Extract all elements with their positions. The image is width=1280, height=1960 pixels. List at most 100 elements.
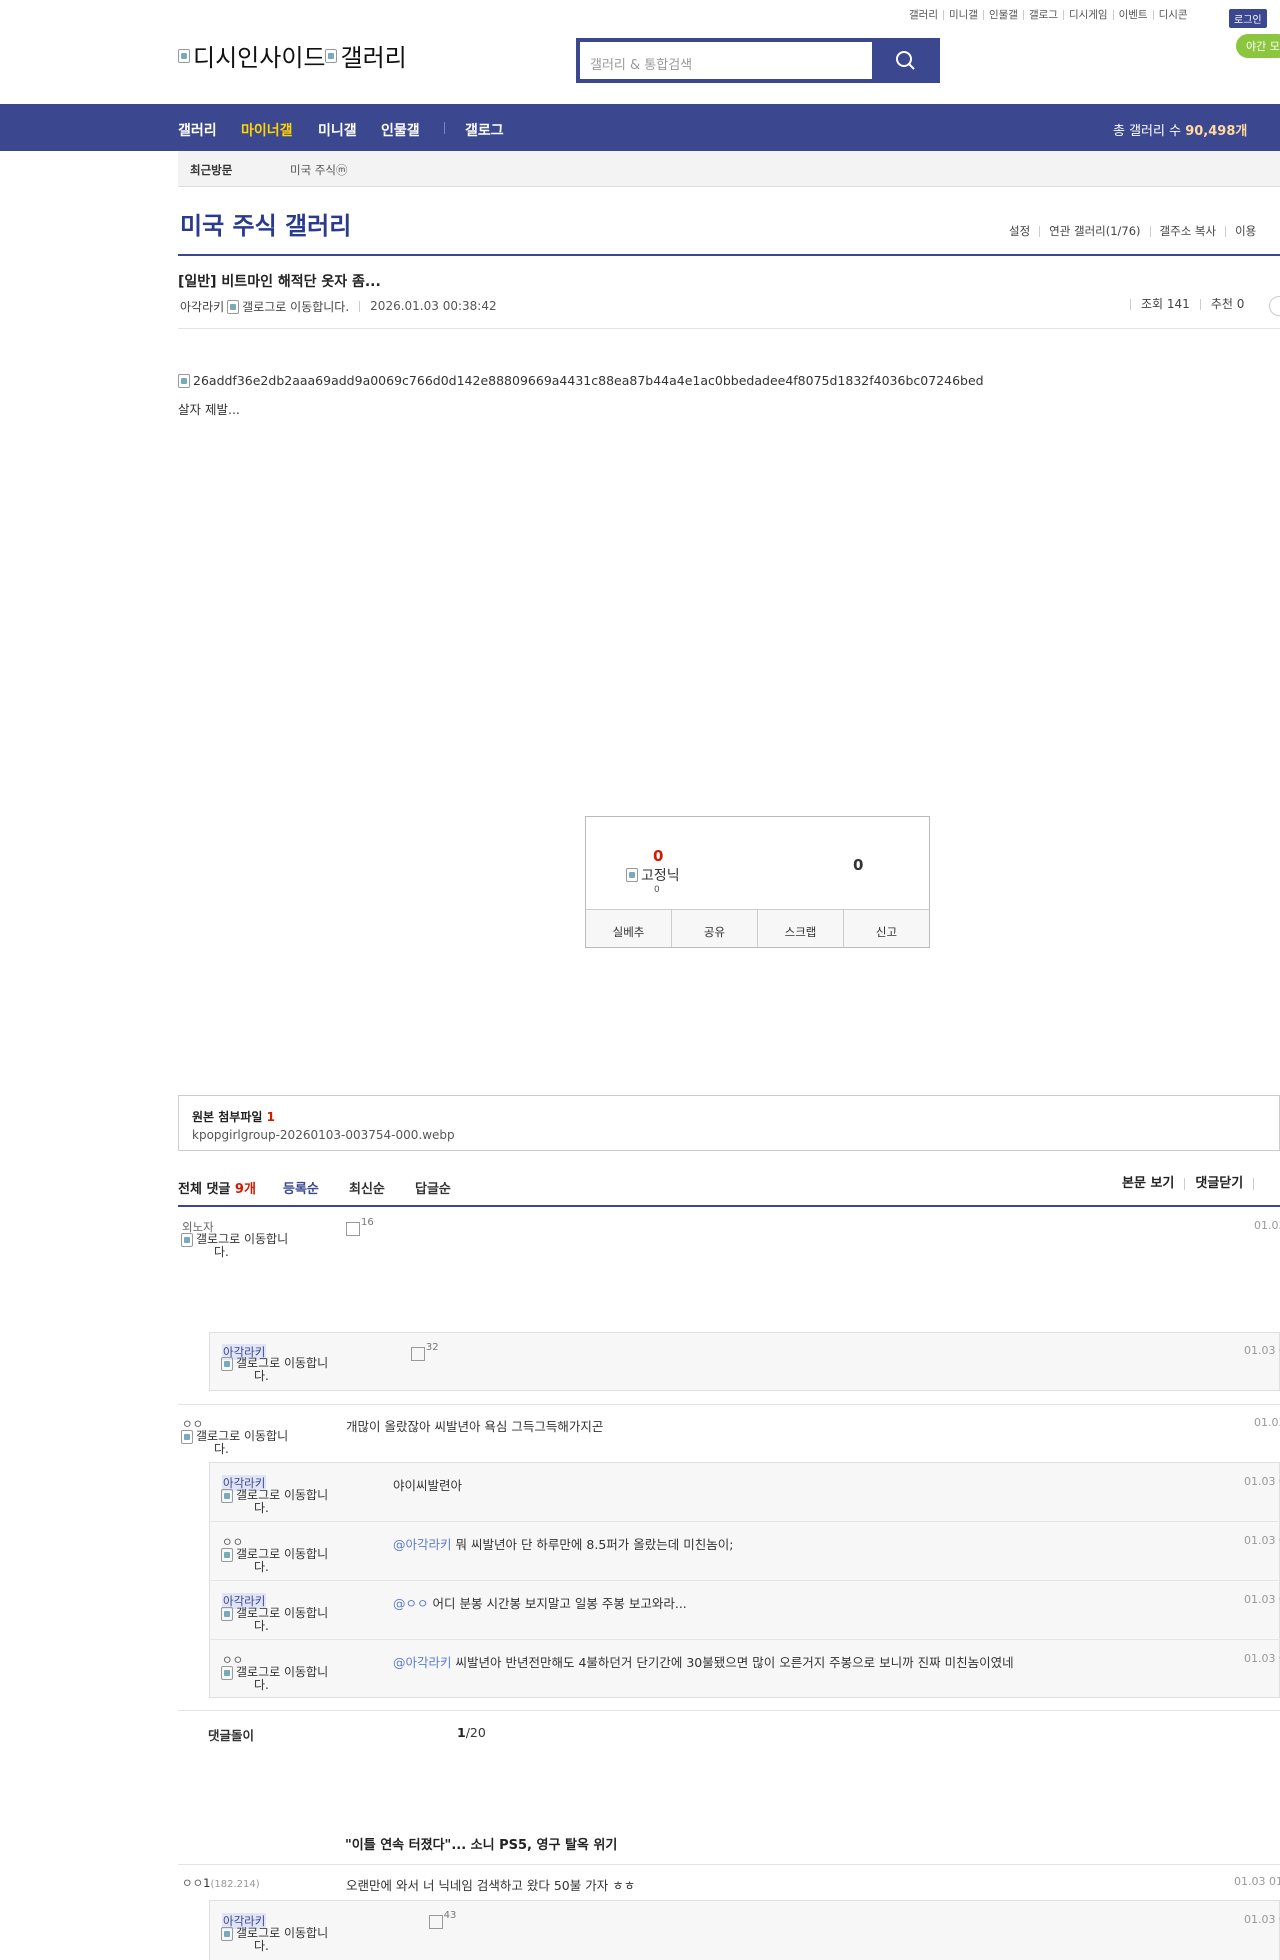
comment-date: 01.03 0	[1244, 1593, 1280, 1606]
comment-date: 01.03 01	[1234, 1875, 1280, 1888]
fixed-nick-recommend: 고정닉	[626, 865, 680, 885]
galog-link[interactable]: 갤로그로 이동합니 다.	[221, 1357, 328, 1383]
comment-divider	[178, 1205, 1280, 1207]
close-comments-link[interactable]: 댓글닫기	[1184, 1177, 1253, 1190]
comment-text: 개많이 올랐잖아 씨발년아 욕심 그득그득해가지곤	[346, 1419, 604, 1434]
util-link-gallery[interactable]: 갤러리	[904, 10, 943, 21]
meta-divider	[178, 328, 1280, 329]
broken-image-icon	[181, 1233, 193, 1247]
galog-link[interactable]: 갤로그로 이동합니 다.	[221, 1489, 328, 1515]
broken-image-icon	[178, 48, 190, 63]
attachment-file[interactable]: kpopgirlgroup-20260103-003754-000.webp	[192, 1128, 455, 1142]
util-link-person[interactable]: 인물갤	[982, 10, 1023, 20]
search-icon	[896, 51, 915, 70]
search-button[interactable]	[872, 38, 940, 83]
comment-date: 01.03	[1254, 1416, 1280, 1429]
galog-link[interactable]: 갤로그로 이동합니 다.	[181, 1233, 288, 1259]
more-button[interactable]	[1269, 296, 1280, 316]
galog-icon[interactable]	[227, 299, 240, 314]
scrap-button[interactable]: 스크랩	[757, 910, 843, 947]
total-value: 90,498개	[1185, 124, 1248, 139]
refresh-link[interactable]	[1253, 1178, 1274, 1190]
news-title[interactable]: "이틀 연속 터졌다"... 소니 PS5, 영구 탈옥 위기	[345, 1834, 617, 1853]
reply-divider	[210, 1639, 1280, 1640]
galog-link[interactable]: 갤로그로 이동합니 다.	[221, 1607, 328, 1633]
night-mode-button[interactable]: 야간 모	[1236, 34, 1280, 58]
galog-link[interactable]: 갤로그로 이동합니 다.	[181, 1430, 288, 1456]
site-logo[interactable]: 디시인사이드 갤러리	[178, 38, 407, 73]
fixed-nick-count: 0	[654, 885, 660, 895]
reply-divider	[210, 1580, 1280, 1581]
attachment-label: 원본 첨부파일 1	[192, 1110, 275, 1124]
nav-minor-gallery[interactable]: 마이너갤	[241, 120, 293, 140]
fixed-nick-alt: 고정닉	[641, 868, 680, 884]
post-date: 2026.01.03 00:38:42	[359, 300, 497, 312]
comment-date: 01.03	[1254, 1219, 1280, 1232]
post-recommend: 추천 0	[1199, 298, 1255, 310]
comment-header-actions: 본문 보기 댓글닫기	[1122, 1177, 1274, 1190]
recommend-actions: 실베추 공유 스크랩 신고	[586, 909, 929, 947]
recent-visit-label: 최근방문	[190, 163, 233, 177]
login-button[interactable]: 로그인	[1229, 9, 1267, 28]
nav-galog[interactable]: 갤로그	[465, 120, 504, 140]
settings-link[interactable]: 설정	[1000, 225, 1039, 237]
util-link-galog[interactable]: 갤로그	[1022, 10, 1063, 20]
recommend-box: 0 고정닉 0 0 실베추 공유 스크랩 신고	[585, 816, 930, 948]
comment-text: 야이씨발련아	[393, 1478, 463, 1493]
nav-person-gallery[interactable]: 인물갤	[381, 120, 420, 140]
galog-link[interactable]: 갤로그로 이동합니 다.	[221, 1666, 328, 1692]
util-link-event[interactable]: 이벤트	[1112, 10, 1153, 20]
util-link-mini[interactable]: 미니갤	[942, 10, 983, 20]
comment-date: 01.03 0	[1244, 1534, 1280, 1547]
post-image: 26addf36e2db2aaa69add9a0069c766d0d142e88…	[178, 373, 984, 388]
total-label: 총 갤러리 수	[1113, 124, 1182, 139]
broken-image-icon	[221, 1607, 233, 1621]
post-body: 살자 제발...	[178, 402, 240, 417]
comment-bot-label: 댓글돌이	[208, 1728, 255, 1743]
report-button[interactable]: 신고	[843, 910, 929, 947]
galog-link[interactable]: 갤로그로 이동합니 다.	[221, 1927, 328, 1953]
logo-alt-site: 디시인사이드	[193, 44, 326, 72]
comment-divider	[178, 1404, 1280, 1405]
best-recommend-button[interactable]: 실베추	[586, 910, 671, 947]
sort-reply[interactable]: 답글순	[415, 1178, 451, 1197]
related-gallery-link[interactable]: 연관 갤러리(1/76)	[1039, 225, 1149, 237]
gallery-title[interactable]: 미국 주식 갤러리	[180, 206, 351, 241]
comment-pager[interactable]: 1/20	[457, 1725, 486, 1740]
comment-date: 01.03 0	[1244, 1913, 1280, 1926]
unrecommend-count: 0	[853, 856, 864, 874]
copy-address-link[interactable]: 갤주소 복사	[1149, 225, 1226, 237]
comment-date: 01.03 0	[1244, 1652, 1280, 1665]
util-link-game[interactable]: 디시게임	[1062, 10, 1113, 20]
post-stats: 조회 141 추천 0	[1130, 298, 1255, 310]
total-gallery-count: 총 갤러리 수 90,498개	[1113, 120, 1247, 139]
reply-divider	[210, 1521, 1280, 1522]
usage-link[interactable]: 이용	[1225, 225, 1265, 237]
util-link-dccon[interactable]: 디시콘	[1152, 10, 1193, 20]
share-button[interactable]: 공유	[671, 910, 757, 947]
post-views: 조회 141	[1130, 298, 1200, 310]
sort-registered[interactable]: 등록순	[283, 1178, 319, 1197]
broken-image-icon	[626, 868, 638, 882]
broken-image-icon	[221, 1927, 233, 1941]
nav-mini-gallery[interactable]: 미니갤	[318, 120, 357, 140]
gallery-links: 설정 연관 갤러리(1/76) 갤주소 복사 이용	[1000, 225, 1265, 237]
title-divider	[178, 254, 1280, 256]
post-image-alt: 26addf36e2db2aaa69add9a0069c766d0d142e88…	[193, 373, 984, 388]
galog-link[interactable]: 갤로그로 이동합니 다.	[221, 1548, 328, 1574]
post-author[interactable]: 아각라키	[180, 298, 224, 315]
top-util-links: 갤러리 미니갤 인물갤 갤로그 디시게임 이벤트 디시콘	[904, 10, 1193, 21]
comment-text: @아각라키 씨발년아 반년전만해도 4불하던거 단기간에 30불됐으면 많이 오…	[393, 1655, 1014, 1670]
view-body-link[interactable]: 본문 보기	[1122, 1177, 1184, 1190]
dccon-image: 32	[410, 1342, 439, 1361]
dccon-image: 16	[346, 1217, 374, 1236]
sort-latest[interactable]: 최신순	[349, 1178, 385, 1197]
recent-visit-item[interactable]: 미국 주식ⓜ	[290, 162, 347, 178]
nav-divider	[444, 122, 445, 134]
broken-image-icon	[221, 1489, 233, 1503]
nav-gallery[interactable]: 갤러리	[178, 120, 217, 140]
attachment-box: 원본 첨부파일 1 kpopgirlgroup-20260103-003754-…	[178, 1095, 1280, 1151]
search-input[interactable]: 갤러리 & 통합검색	[580, 42, 872, 79]
comment-date: 01.03 0	[1244, 1344, 1280, 1357]
comment-nick[interactable]: ㅇㅇ1(182.214)	[182, 1875, 260, 1891]
